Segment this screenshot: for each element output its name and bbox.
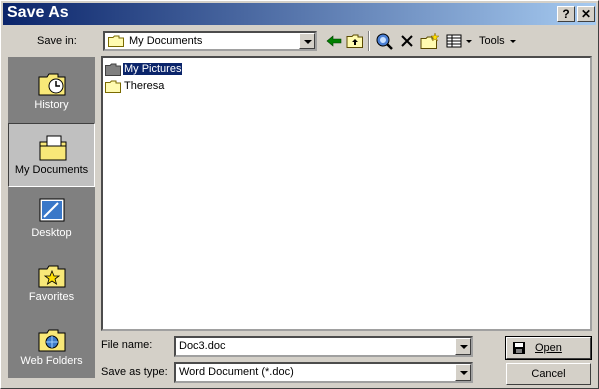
places-bar: History My Documents Desktop Favorites W… [8, 57, 95, 378]
my-documents-icon [39, 135, 67, 161]
new-folder-button[interactable] [420, 32, 440, 50]
file-name-dropdown-button[interactable] [455, 338, 471, 355]
save-in-dropdown[interactable]: My Documents [103, 31, 317, 51]
views-button[interactable] [445, 32, 475, 50]
folder-icon [108, 35, 124, 47]
cancel-button[interactable]: Cancel [506, 363, 591, 385]
place-label: My Documents [14, 164, 89, 176]
place-web-folders[interactable]: Web Folders [8, 315, 95, 379]
save-in-dropdown-button[interactable] [299, 33, 315, 49]
desktop-icon [39, 198, 65, 222]
open-button[interactable]: Open [505, 336, 592, 360]
open-button-label: Open [535, 342, 562, 354]
folder-icon [105, 63, 121, 76]
cancel-button-label: Cancel [531, 368, 566, 380]
save-in-value: My Documents [129, 35, 203, 47]
search-web-icon [376, 33, 393, 50]
save-disk-icon [513, 342, 525, 354]
back-button[interactable] [325, 32, 343, 50]
save-as-type-dropdown[interactable]: Word Document (*.doc) [174, 362, 473, 383]
file-name-field[interactable]: Doc3.doc [174, 336, 473, 357]
back-arrow-icon [326, 35, 342, 47]
favorites-icon [38, 265, 66, 288]
list-item[interactable]: Theresa [105, 78, 165, 94]
web-folders-icon [38, 329, 66, 352]
up-one-level-button[interactable] [346, 32, 364, 50]
place-label: Web Folders [20, 355, 83, 367]
delete-icon [401, 35, 413, 47]
history-icon [38, 73, 66, 96]
views-icon [446, 34, 472, 48]
place-label: History [34, 99, 69, 111]
delete-button[interactable] [398, 32, 416, 50]
chevron-down-icon [509, 40, 516, 43]
search-web-button[interactable] [374, 32, 394, 50]
tools-label: Tools [479, 35, 505, 47]
place-desktop[interactable]: Desktop [8, 187, 95, 251]
place-label: Favorites [28, 291, 75, 303]
list-item[interactable]: My Pictures [105, 61, 184, 77]
file-name-value: Doc3.doc [179, 340, 226, 352]
place-favorites[interactable]: Favorites [8, 251, 95, 315]
file-name: Theresa [124, 80, 165, 92]
help-button[interactable]: ? [557, 6, 575, 22]
close-button[interactable]: ✕ [577, 6, 595, 22]
save-in-label: Save in: [37, 35, 77, 47]
new-folder-icon [420, 32, 440, 49]
place-history[interactable]: History [8, 59, 95, 123]
file-name-label: File name: [101, 339, 153, 351]
file-name: My Pictures [121, 62, 184, 76]
window-title: Save As [7, 4, 69, 21]
save-as-type-label: Save as type: [101, 366, 168, 378]
save-as-type-dropdown-button[interactable] [455, 364, 471, 381]
save-as-type-value: Word Document (*.doc) [179, 366, 294, 378]
place-my-documents[interactable]: My Documents [8, 123, 95, 187]
toolbar-separator [368, 31, 370, 51]
title-bar[interactable]: Save As ? ✕ [3, 3, 596, 25]
up-folder-icon [346, 34, 363, 48]
tools-menu-button[interactable]: Tools [479, 32, 521, 50]
place-label: Desktop [31, 227, 72, 239]
file-list[interactable]: My Pictures Theresa [101, 56, 592, 331]
folder-icon [105, 80, 121, 93]
save-as-dialog: Save As ? ✕ Save in: My Documents Tools … [0, 0, 599, 389]
